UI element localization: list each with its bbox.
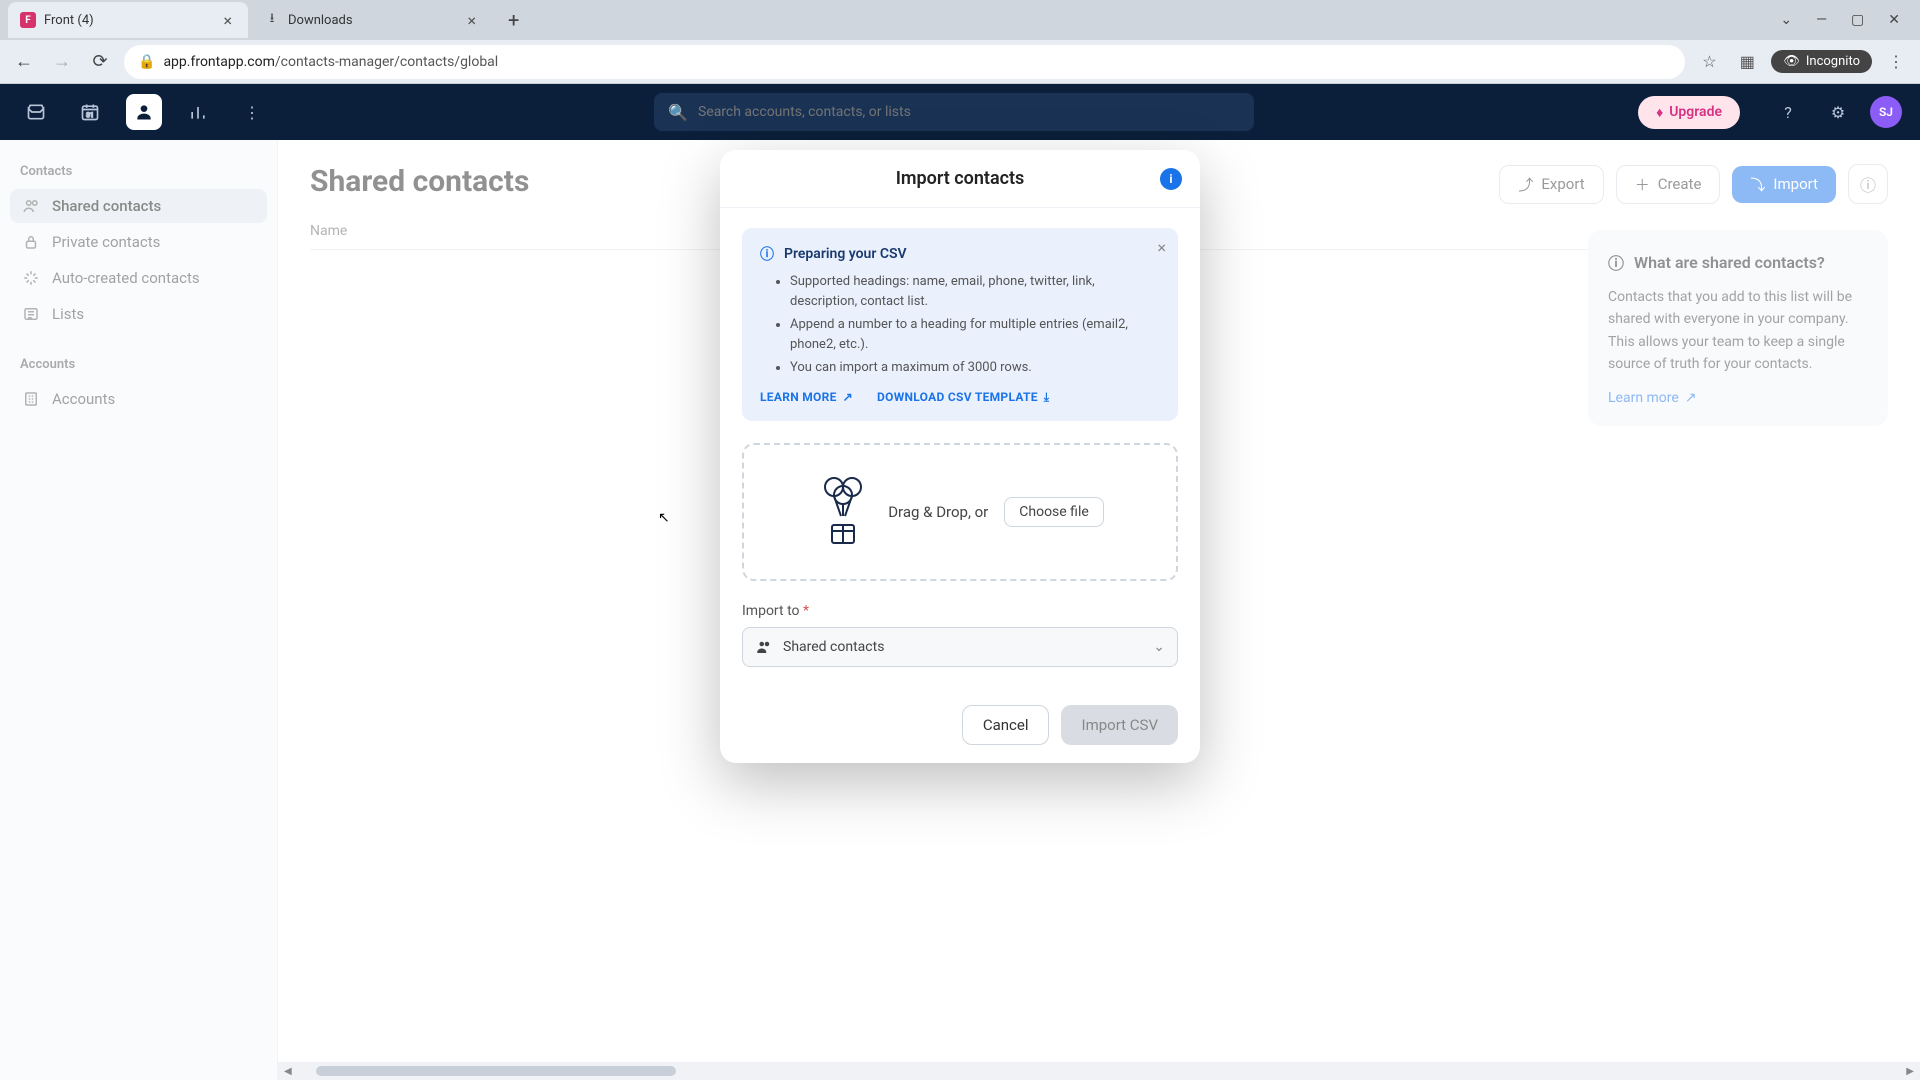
learn-more-link[interactable]: LEARN MORE ↗ <box>760 390 853 405</box>
csv-callout: × ⓘ Preparing your CSV Supported heading… <box>742 228 1178 421</box>
callout-item: You can import a maximum of 3000 rows. <box>790 358 1160 378</box>
info-icon[interactable]: i <box>1160 168 1182 190</box>
window-controls: ⌄ — ▢ ✕ <box>1780 12 1912 28</box>
more-icon[interactable]: ⋮ <box>234 94 270 130</box>
import-csv-button[interactable]: Import CSV <box>1061 705 1178 745</box>
maximize-icon[interactable]: ▢ <box>1851 12 1864 28</box>
header-right: ? ⚙ SJ <box>1770 94 1902 130</box>
dropzone-text: Drag & Drop, or <box>888 503 988 521</box>
file-dropzone[interactable]: Drag & Drop, or Choose file <box>742 443 1178 581</box>
svg-text:31: 31 <box>86 111 93 119</box>
people-icon <box>755 638 773 656</box>
callout-links: LEARN MORE ↗ DOWNLOAD CSV TEMPLATE ⤓ <box>760 390 1160 405</box>
link-label: LEARN MORE <box>760 390 837 404</box>
download-icon: ⤓ <box>1044 390 1050 405</box>
address-bar: ← → ⟳ 🔒 app.frontapp.com/contacts-manage… <box>0 40 1920 84</box>
import-to-label: Import to * <box>742 603 1178 619</box>
incognito-icon: 👁 <box>1783 54 1800 69</box>
tab-title: Front (4) <box>44 13 211 28</box>
url-domain: app.frontapp.com <box>163 54 274 70</box>
new-tab-button[interactable]: + <box>496 8 531 32</box>
close-icon[interactable]: × <box>463 11 480 30</box>
close-icon[interactable]: × <box>219 11 236 30</box>
reload-button[interactable]: ⟳ <box>86 48 114 76</box>
callout-item: Append a number to a heading for multipl… <box>790 315 1160 354</box>
incognito-label: Incognito <box>1806 54 1860 69</box>
inbox-icon[interactable] <box>18 94 54 130</box>
required-marker: * <box>803 603 809 619</box>
close-icon[interactable]: ✕ <box>1888 12 1900 28</box>
favicon-front: F <box>20 12 36 28</box>
minimize-icon[interactable]: — <box>1816 12 1827 28</box>
callout-list: Supported headings: name, email, phone, … <box>760 272 1160 378</box>
import-to-select[interactable]: Shared contacts ⌄ <box>742 627 1178 667</box>
scroll-left-icon[interactable]: ◀ <box>278 1066 298 1077</box>
tab-title: Downloads <box>288 13 455 28</box>
balloons-icon <box>816 475 872 549</box>
horizontal-scrollbar[interactable]: ◀ ▶ <box>278 1062 1920 1080</box>
app-header: 31 ⋮ 🔍 ♦ Upgrade ? ⚙ SJ <box>0 84 1920 140</box>
modal-footer: Cancel Import CSV <box>720 687 1200 763</box>
callout-item: Supported headings: name, email, phone, … <box>790 272 1160 311</box>
incognito-badge[interactable]: 👁 Incognito <box>1771 50 1872 73</box>
tab-bar: F Front (4) × ⭳ Downloads × + ⌄ — ▢ ✕ <box>0 0 1920 40</box>
choose-file-button[interactable]: Choose file <box>1004 497 1104 527</box>
menu-icon[interactable]: ⋮ <box>1882 48 1910 76</box>
contacts-icon[interactable] <box>126 94 162 130</box>
forward-button: → <box>48 48 76 76</box>
search-icon: 🔍 <box>668 103 688 122</box>
download-template-link[interactable]: DOWNLOAD CSV TEMPLATE ⤓ <box>877 390 1049 405</box>
external-link-icon: ↗ <box>843 390 853 404</box>
star-icon[interactable]: ☆ <box>1695 48 1723 76</box>
download-icon: ⭳ <box>264 12 280 28</box>
browser-tab-front[interactable]: F Front (4) × <box>8 2 248 38</box>
back-button[interactable]: ← <box>10 48 38 76</box>
chevron-down-icon[interactable]: ⌄ <box>1780 12 1792 28</box>
chevron-down-icon: ⌄ <box>1153 639 1165 655</box>
calendar-icon[interactable]: 31 <box>72 94 108 130</box>
upgrade-label: Upgrade <box>1669 104 1722 120</box>
lock-icon: 🔒 <box>138 54 155 70</box>
url-input[interactable]: 🔒 app.frontapp.com/contacts-manager/cont… <box>124 45 1685 79</box>
browser-tab-downloads[interactable]: ⭳ Downloads × <box>252 2 492 38</box>
search-input[interactable] <box>698 104 1240 120</box>
modal-title: Import contacts <box>896 168 1025 189</box>
close-icon[interactable]: × <box>1157 238 1166 257</box>
modal-header: Import contacts i <box>720 150 1200 208</box>
url-path: /contacts-manager/contacts/global <box>275 54 498 70</box>
label-text: Import to <box>742 603 800 619</box>
select-value: Shared contacts <box>783 639 884 655</box>
analytics-icon[interactable] <box>180 94 216 130</box>
info-icon: ⓘ <box>760 244 774 264</box>
global-search[interactable]: 🔍 <box>654 93 1254 131</box>
browser-chrome: F Front (4) × ⭳ Downloads × + ⌄ — ▢ ✕ ← … <box>0 0 1920 84</box>
callout-title-text: Preparing your CSV <box>784 246 907 262</box>
callout-title: ⓘ Preparing your CSV <box>760 244 1160 264</box>
modal-body: × ⓘ Preparing your CSV Supported heading… <box>720 208 1200 687</box>
diamond-icon: ♦ <box>1656 104 1663 121</box>
link-label: DOWNLOAD CSV TEMPLATE <box>877 390 1038 404</box>
scrollbar-thumb[interactable] <box>316 1066 676 1076</box>
gear-icon[interactable]: ⚙ <box>1820 94 1856 130</box>
import-contacts-modal: Import contacts i × ⓘ Preparing your CSV… <box>720 150 1200 763</box>
help-icon[interactable]: ? <box>1770 94 1806 130</box>
scroll-right-icon[interactable]: ▶ <box>1900 1066 1920 1077</box>
avatar[interactable]: SJ <box>1870 96 1902 128</box>
cancel-button[interactable]: Cancel <box>962 705 1050 745</box>
upgrade-button[interactable]: ♦ Upgrade <box>1638 96 1740 129</box>
extensions-icon[interactable]: ▦ <box>1733 48 1761 76</box>
